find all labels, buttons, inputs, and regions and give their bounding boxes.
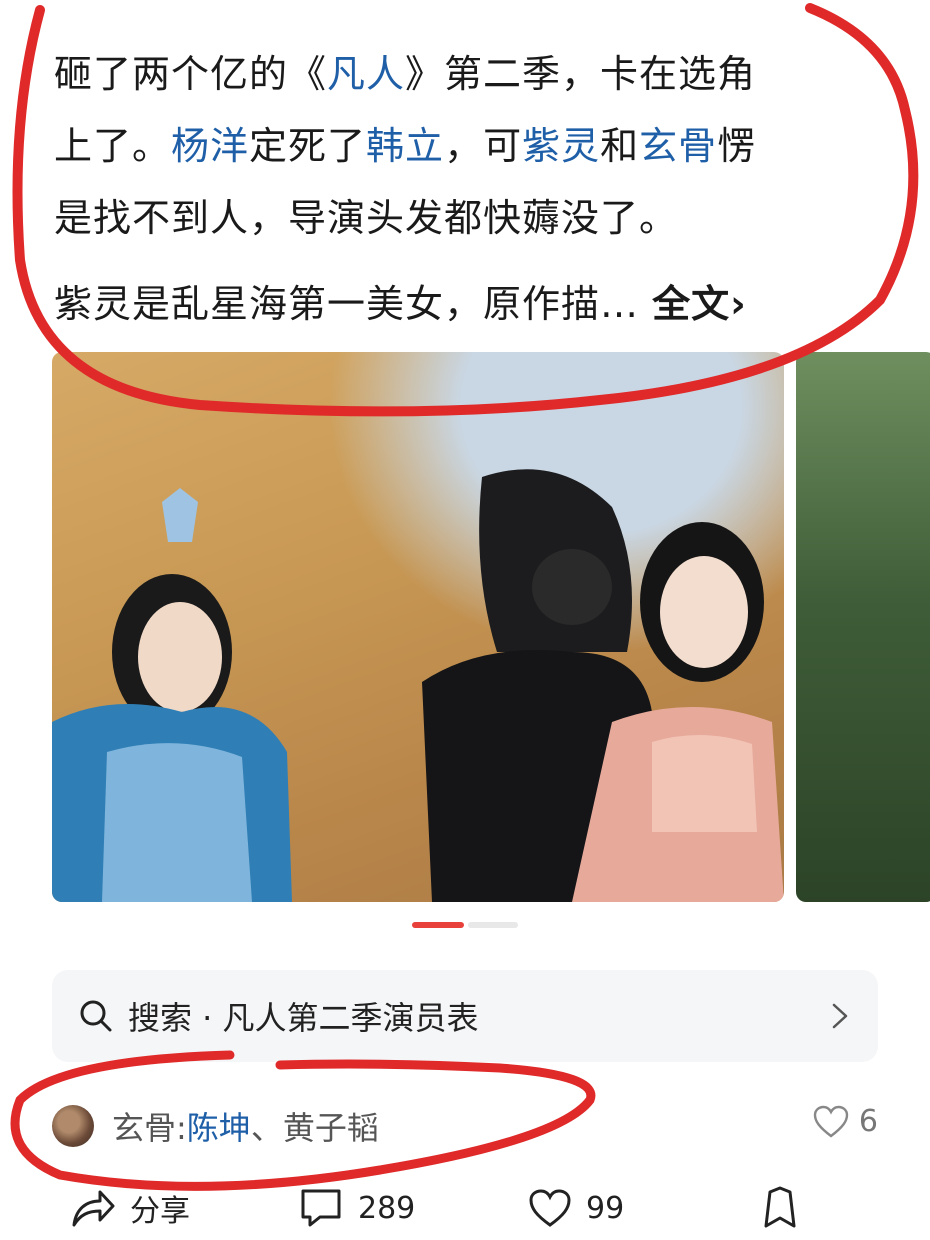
related-search-bar[interactable]: 搜索 · 凡人第二季演员表 [52,970,878,1062]
post-text-segment: 定死了 [249,124,367,168]
topic-link-yangyang[interactable]: 杨洋 [171,124,249,168]
like-count: 99 [586,1190,625,1226]
post-text-segment: 愣 [717,124,757,168]
avatar[interactable] [52,1105,94,1147]
full-text-link[interactable]: 全文› [652,282,747,326]
chevron-right-icon [832,1003,848,1029]
comment-count: 289 [358,1190,416,1226]
comment-like-count: 6 [858,1104,878,1139]
comment-actor-2: 黄子韬 [282,1109,379,1147]
post-text-segment: 紫灵是乱星海第一美女，原作描… [54,282,653,326]
action-bar: 分享 289 99 [0,1180,930,1240]
post-text-segment: ，可 [444,124,523,168]
search-suggestion-label: 搜索 · 凡人第二季演员表 [128,999,479,1037]
topic-link-xuangu[interactable]: 玄骨 [639,124,717,168]
topic-link-ziling[interactable]: 紫灵 [522,124,600,168]
topic-link-hanli[interactable]: 韩立 [366,124,444,168]
comment-like-button[interactable]: 6 [813,1104,878,1139]
post-text-segment: 和 [600,124,640,168]
post-paragraph-2: 紫灵是乱星海第一美女，原作描… 全文› [54,268,854,340]
comment-icon [301,1189,341,1227]
image-carousel[interactable] [52,352,930,902]
comment-prefix: 玄骨: [112,1109,187,1147]
heart-icon [529,1189,571,1227]
comment-button[interactable]: 289 [298,1180,415,1236]
comment-separator: 、 [250,1109,283,1147]
more-button[interactable] [760,1180,800,1236]
carousel-dot [468,922,518,928]
carousel-image-2[interactable] [796,352,930,902]
post-paragraph-1: 砸了两个亿的《凡人》第二季，卡在选角 上了。杨洋定死了韩立，可紫灵和玄骨愣 是找… [54,38,854,254]
post-text-segment: 》第二季，卡在选角 [405,52,757,96]
share-button[interactable]: 分享 [70,1180,190,1236]
full-text-label: 全文 [652,282,731,326]
share-label: 分享 [130,1194,190,1229]
topic-link-fanren[interactable]: 凡人 [327,52,405,96]
carousel-indicator [412,922,518,928]
hot-comment[interactable]: 玄骨: 陈坤 、 黄子韬 6 [52,1102,878,1150]
post-text-segment: 是找不到人，导演头发都快薅没了。 [54,196,679,240]
share-icon [72,1190,115,1227]
search-icon [80,1000,112,1032]
like-button[interactable]: 99 [528,1180,624,1236]
chevron-right-icon: › [730,282,747,326]
heart-icon [813,1105,849,1138]
bookmark-icon [764,1186,796,1228]
carousel-dot-active [412,922,464,928]
post-text-segment: 上了。 [54,124,172,168]
drama-still-photo [52,469,784,902]
carousel-image-1[interactable] [52,352,784,902]
post-text-segment: 砸了两个亿的《 [54,52,328,96]
post-body: 砸了两个亿的《凡人》第二季，卡在选角 上了。杨洋定死了韩立，可紫灵和玄骨愣 是找… [54,38,854,340]
comment-actor-link[interactable]: 陈坤 [187,1103,251,1149]
